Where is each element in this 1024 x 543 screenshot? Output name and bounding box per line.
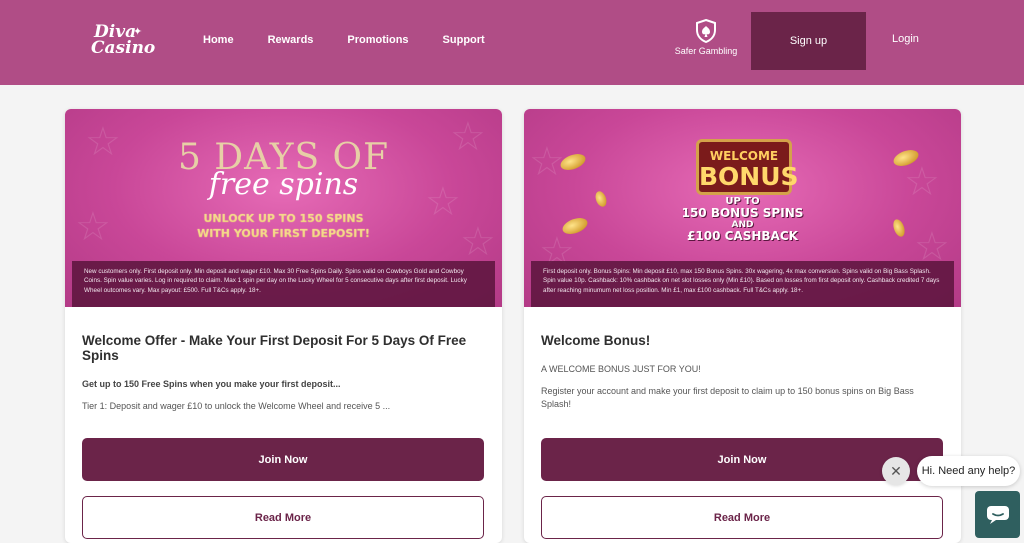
banner-title-script: free spins: [208, 167, 359, 202]
nav-support[interactable]: Support: [443, 34, 485, 46]
sign-bonus: BONUS: [699, 162, 799, 191]
banner-subtitle-line2: WITH YOUR FIRST DEPOSIT!: [197, 226, 370, 240]
banner-terms: New customers only. First deposit only. …: [72, 261, 495, 307]
nav-promotions[interactable]: Promotions: [347, 34, 408, 46]
banner-line: £100 CASHBACK: [687, 229, 798, 243]
card-description: Get up to 150 Free Spins when you make y…: [82, 379, 341, 389]
card-description: A WELCOME BONUS JUST FOR YOU!: [541, 364, 701, 374]
signup-button[interactable]: Sign up: [751, 12, 866, 70]
nav-rewards[interactable]: Rewards: [268, 34, 314, 46]
diva-casino-logo[interactable]: Diva Casino ✦: [88, 18, 155, 58]
promo-banner-welcome-bonus[interactable]: ☆ ☆ ☆ ☆ WELCOME BONUS UP TO 150 BONUS SP…: [524, 109, 961, 307]
join-now-button[interactable]: Join Now: [82, 438, 484, 481]
banner-line: 150 BONUS SPINS: [681, 206, 804, 220]
card-body: Welcome Offer - Make Your First Deposit …: [65, 307, 502, 543]
sign-welcome: WELCOME: [709, 149, 779, 163]
banner-subtitle-line1: UNLOCK UP TO 150 SPINS: [203, 212, 364, 225]
card-body: Welcome Bonus! A WELCOME BONUS JUST FOR …: [524, 307, 961, 543]
star-decor-icon: ☆: [529, 140, 565, 184]
read-more-button[interactable]: Read More: [82, 496, 484, 539]
sparkle-icon: ✦: [133, 26, 143, 38]
close-icon[interactable]: ✕: [882, 457, 910, 485]
safer-gambling-link[interactable]: Safer Gambling: [674, 19, 738, 59]
promo-card-free-spins: ☆ ☆ ☆ ☆ ☆ 5 DAYS OF free spins UNLOCK UP…: [65, 109, 502, 543]
shield-icon: [696, 19, 716, 43]
promo-banner-free-spins[interactable]: ☆ ☆ ☆ ☆ ☆ 5 DAYS OF free spins UNLOCK UP…: [65, 109, 502, 307]
login-link[interactable]: Login: [892, 33, 919, 45]
read-more-button[interactable]: Read More: [541, 496, 943, 539]
logo-line2: Casino: [91, 38, 156, 58]
banner-subtitle: UNLOCK UP TO 150 SPINS WITH YOUR FIRST D…: [65, 212, 502, 242]
card-title: Welcome Offer - Make Your First Deposit …: [82, 333, 467, 363]
chat-greeting[interactable]: Hi. Need any help?: [917, 456, 1020, 486]
card-detail: Tier 1: Deposit and wager £10 to unlock …: [82, 401, 391, 412]
site-header: Diva Casino ✦ Home Rewards Promotions Su…: [0, 0, 1024, 85]
welcome-bonus-sign: WELCOME BONUS: [696, 139, 799, 195]
safer-gambling-label: Safer Gambling: [674, 46, 738, 56]
card-detail: Register your account and make your firs…: [541, 386, 914, 410]
main-nav: Home Rewards Promotions Support: [203, 34, 519, 46]
card-title: Welcome Bonus!: [541, 333, 651, 348]
banner-terms: First deposit only. Bonus Spins: Min dep…: [531, 261, 954, 307]
chat-icon: [986, 505, 1009, 524]
nav-home[interactable]: Home: [203, 34, 234, 46]
chat-launcher-button[interactable]: [975, 491, 1020, 538]
